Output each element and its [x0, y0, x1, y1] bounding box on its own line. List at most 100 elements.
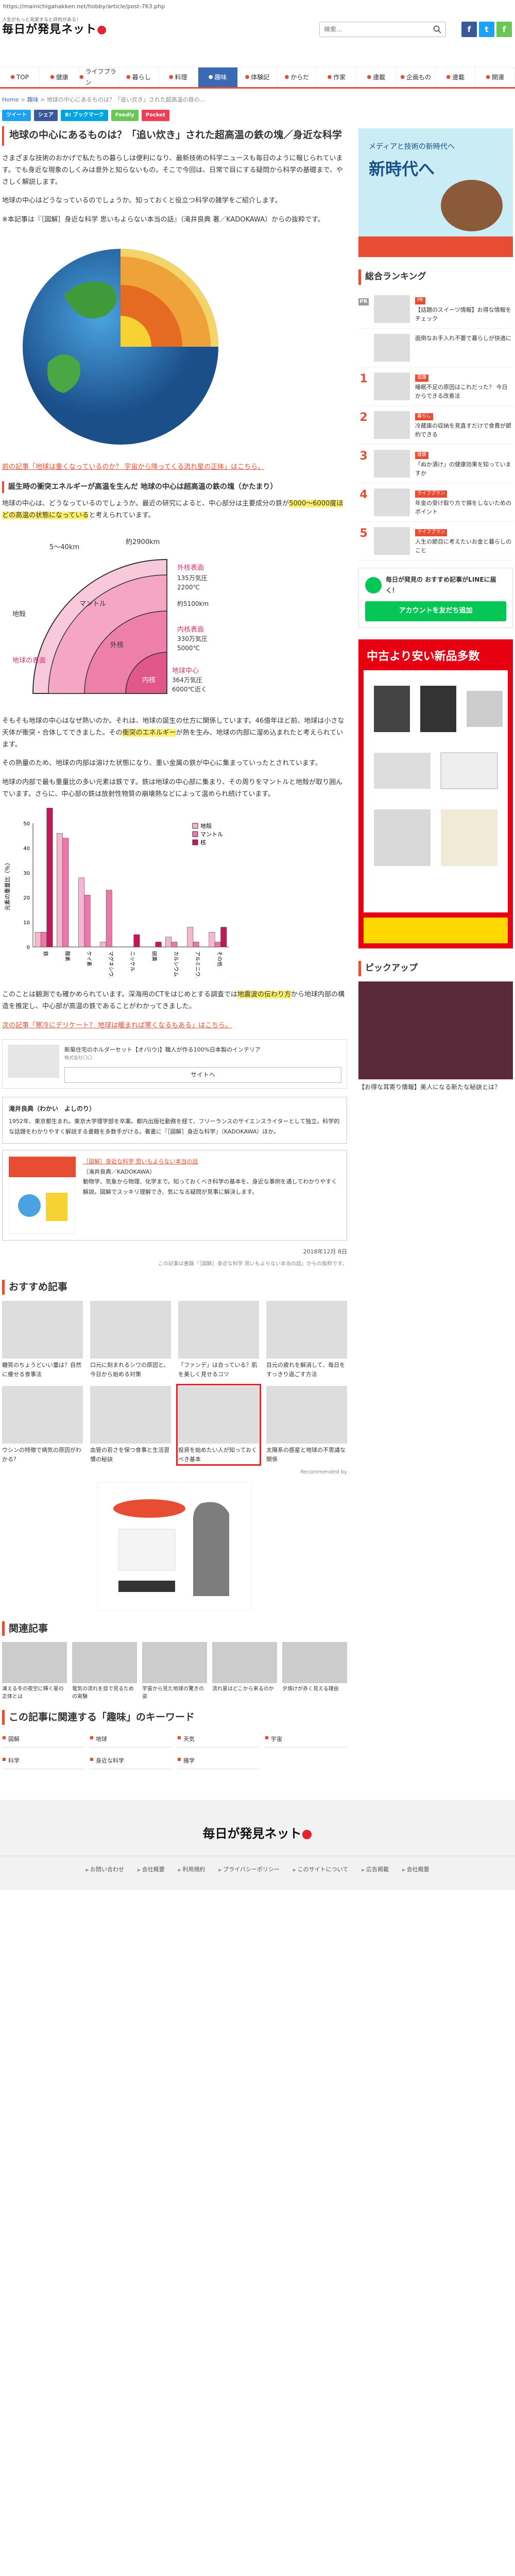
line-add-friend-button[interactable]: アカウントを友だち追加 — [365, 601, 506, 621]
footer-link[interactable]: 会社概要 — [138, 1865, 165, 1874]
site-logo[interactable]: 人生がもっと充実すると評判がある！ 毎日が発見ネット● — [2, 18, 107, 37]
related-title: 宇宙から見た地球の驚きの姿 — [142, 1686, 204, 1700]
search-icon[interactable] — [433, 25, 441, 38]
prev-article-link[interactable]: 前の記事「地球は重くなっているのか？ 宇宙から降ってくる流れ星の正体」はこちら。 — [2, 463, 264, 471]
recommend-by: Recommended by — [300, 1469, 347, 1476]
share-twitter-button[interactable]: ツイート — [2, 110, 31, 121]
related-grid: 凍える冬の夜空に輝く星の正体とは 電気の流れを目で見るための実験 宇宙から見た地球の… — [2, 1642, 347, 1701]
element-bar-chart: 元素の重量比（％） 0 10 20 30 40 50 鉄 酸素 ケイ素 マグネシウム ニッケル 硫黄 カル… — [4, 736, 229, 982]
related-card[interactable]: 凍える冬の夜空に輝く星の正体とは — [2, 1642, 67, 1701]
keyword-link[interactable]: 天気 — [177, 1731, 260, 1748]
recommend-thumbnail — [178, 1386, 259, 1444]
ranking-thumbnail — [374, 450, 410, 478]
y-tick-label: 0 — [27, 945, 30, 951]
legend-swatch — [192, 831, 198, 837]
book-title-link[interactable]: ［図解］身近な科学 思いもよらない本当の話 — [83, 1157, 340, 1167]
share-facebook-button[interactable]: シェア — [34, 110, 58, 121]
ranking-info: 健康 睡眠不足の原因はこれだった？ 今日からできる改善法 — [415, 372, 513, 400]
footer-link[interactable]: お問い合わせ — [85, 1865, 124, 1874]
related-card[interactable]: 夕焼けが赤く見える理由 — [282, 1642, 347, 1701]
recommend-card[interactable]: 血管の若さを保つ食事と生活習慣の秘訣 — [90, 1386, 171, 1464]
pickup-heading: ピックアップ — [358, 960, 513, 976]
nav-item-11[interactable]: ● 連載 — [436, 67, 476, 87]
nav-item-label: TOP — [16, 73, 29, 81]
keyword-link[interactable]: 図解 — [2, 1731, 84, 1748]
inline-ad[interactable]: 新築住宅のホルダーセット【オパ(ウ)】職人が作る100%日本製のインテリア 株式… — [2, 1039, 347, 1089]
ranking-number: 1 — [359, 372, 368, 386]
nav-item-2[interactable]: ● ライフプラン — [79, 67, 119, 87]
share-feedly-button[interactable]: Feedly — [111, 110, 139, 121]
footer-link[interactable]: プライバシーポリシー — [218, 1865, 280, 1874]
sidebar-ad-office[interactable]: 中古より安い新品多数 — [358, 639, 513, 948]
related-card[interactable]: 流れ星はどこから来るのか — [212, 1642, 277, 1701]
nav-item-label: 連載 — [452, 73, 465, 81]
keyword-link[interactable]: 雑学 — [177, 1753, 260, 1770]
footer-link[interactable]: 広告掲載 — [362, 1865, 389, 1874]
recommend-card[interactable]: 投資を始めたい人が知っておくべき基本 — [176, 1384, 261, 1466]
ranking-item[interactable]: 5 ライフプラン 人生の節目に考えたいお金と暮らしのこと — [358, 522, 513, 561]
ranking-title: 「ぬか漬け」の健康効果を知っていますか — [415, 461, 511, 477]
ranking-item[interactable]: PR PR 【話題のスイーツ情報】お得な情報をチェック — [358, 290, 513, 329]
keyword-link[interactable]: 宇宙 — [265, 1731, 347, 1748]
twitter-icon[interactable]: t — [479, 22, 494, 37]
site-header: 人生がもっと充実すると評判がある！ 毎日が発見ネット● f t f — [0, 11, 515, 38]
pickup-image[interactable] — [358, 981, 513, 1079]
ad-site-button[interactable]: サイトへ — [64, 1066, 341, 1083]
ranking-number: 2 — [359, 411, 368, 425]
nav-item-0[interactable]: ● TOP — [0, 67, 40, 87]
ranking-item[interactable]: 1 健康 睡眠不足の原因はこれだった？ 今日からできる改善法 — [358, 367, 513, 406]
sidebar-ad-top[interactable]: メディアと技術の新時代へ 新時代へ — [358, 128, 513, 258]
search-box[interactable] — [319, 22, 446, 37]
share-hatena-button[interactable]: B! ブックマーク — [61, 110, 108, 121]
ranking-number: 3 — [359, 450, 368, 463]
footer-link[interactable]: 利用規約 — [178, 1865, 205, 1874]
nav-item-3[interactable]: ● 暮らし — [119, 67, 159, 87]
next-article-link[interactable]: 次の記事「寒冷にデリケート？ 地球は暖まれば寒くなるもある」はこちら。 — [2, 1022, 232, 1029]
feedly-icon[interactable]: f — [496, 22, 512, 37]
moai-ad[interactable] — [97, 1482, 252, 1611]
recommend-thumbnail — [90, 1300, 171, 1359]
share-pocket-button[interactable]: Pocket — [141, 110, 169, 121]
footer-link[interactable]: 会社概要 — [402, 1865, 430, 1874]
book-cover-image[interactable] — [9, 1156, 76, 1234]
nav-item-7[interactable]: ● からだ — [277, 67, 317, 87]
recommend-card[interactable]: ウシンの特徴で病気の原因がわかる？ — [2, 1386, 83, 1464]
nav-item-8[interactable]: ● 作家 — [317, 67, 357, 87]
recommend-card[interactable]: 目元の疲れを解消して、毎日をすっきり過ごす方法 — [266, 1300, 347, 1379]
pickup-caption[interactable]: 【お得な耳寄り情報】美人になる新たな秘訣とは？ — [358, 1082, 513, 1092]
recommend-card[interactable]: 口元に刻まれるシワの原因と、今日から始める対策 — [90, 1300, 171, 1379]
breadcrumb-category[interactable]: 趣味 — [27, 96, 39, 103]
nav-item-9[interactable]: ● 連載 — [356, 67, 397, 87]
nav-item-4[interactable]: ● 料理 — [159, 67, 198, 87]
recommend-card[interactable]: 太陽系の惑星と地球の不思議な関係 — [266, 1386, 347, 1464]
related-card[interactable]: 宇宙から見た地球の驚きの姿 — [142, 1642, 207, 1701]
ranking-category-badge: PR — [415, 297, 425, 304]
nav-item-5[interactable]: ● 趣味 — [198, 67, 238, 87]
keyword-link[interactable]: 科学 — [2, 1753, 84, 1770]
facebook-icon[interactable]: f — [461, 22, 477, 37]
element-chart: 元素の重量比（％） 0 10 20 30 40 50 鉄 酸素 ケイ素 マグネシウム ニッケル 硫黄 カル… — [2, 736, 347, 982]
nav-item-12[interactable]: ● 開運 — [475, 67, 515, 87]
nav-item-6[interactable]: ● 体験記 — [238, 67, 278, 87]
ranking-item[interactable]: 面倒なお手入れ不要で暮らしが快適に — [358, 329, 513, 368]
footer-logo[interactable]: 毎日が発見ネット● — [0, 1823, 515, 1844]
ranking-info: 暮らし 冷蔵庫の収納を見直すだけで食費が節約できる — [415, 411, 513, 439]
breadcrumb-home[interactable]: Home — [2, 96, 19, 103]
keyword-link[interactable]: 身近な科学 — [90, 1753, 172, 1770]
related-card[interactable]: 電気の流れを目で見るための実験 — [72, 1642, 137, 1701]
bar-地殻-マグネシウム — [100, 941, 107, 947]
ranking-item[interactable]: 3 健康 「ぬか漬け」の健康効果を知っていますか — [358, 445, 513, 484]
nav-item-1[interactable]: ● 健康 — [40, 67, 79, 87]
label-outer-core: 外核表面 — [177, 564, 204, 572]
recommend-card[interactable]: 「ファンデ」は合っている？肌を美しく見せるコツ — [178, 1300, 259, 1379]
article-paragraph: その熱量のため、地球の内部は溶けた状態になり、重い金属の鉄が中心に集まっていった… — [2, 759, 322, 768]
footer-link[interactable]: このサイトについて — [293, 1865, 349, 1874]
recommend-card[interactable]: 糖質のちょうどいい量は？自然に痩せる食事法 — [2, 1300, 83, 1379]
ranking-item[interactable]: 4 ライフプラン 年金の受け取り方で損をしないためのポイント — [358, 483, 513, 522]
search-input[interactable] — [320, 22, 428, 37]
keyword-link[interactable]: 地球 — [90, 1731, 172, 1748]
recommend-thumbnail — [2, 1386, 83, 1444]
ranking-item[interactable]: 2 暮らし 冷蔵庫の収納を見直すだけで食費が節約できる — [358, 406, 513, 445]
nav-item-10[interactable]: ● 企画もの — [396, 67, 436, 87]
ranking-category-badge: 健康 — [415, 452, 429, 460]
